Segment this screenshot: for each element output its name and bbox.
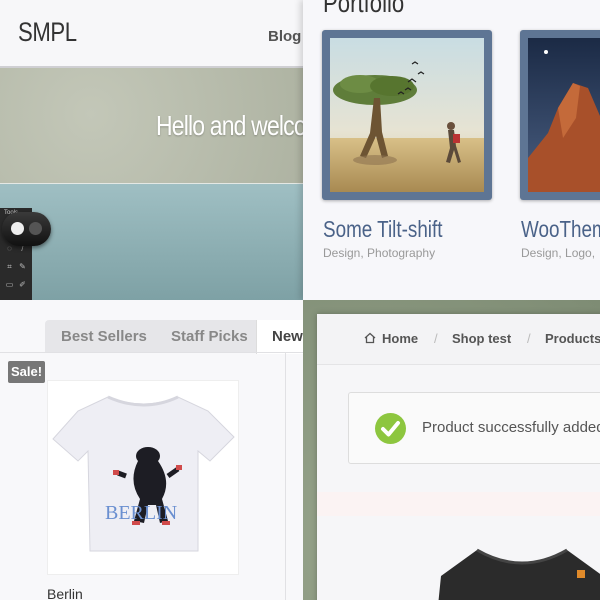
tab-best-sellers[interactable]: Best Sellers <box>61 320 147 352</box>
breadcrumb-separator: / <box>434 331 438 346</box>
content-band <box>317 492 600 516</box>
portfolio-item-title-2[interactable]: WooTheme <box>521 216 600 243</box>
toggle-knob <box>11 222 24 235</box>
success-notice: Product successfully added <box>348 392 600 464</box>
checkmark-icon <box>375 413 406 444</box>
portfolio-thumbnail-2[interactable] <box>520 30 600 200</box>
portfolio-item-title-1[interactable]: Some Tilt-shift <box>323 216 442 243</box>
woocommerce-preview: Home / Shop test / Products Product succ… <box>303 300 600 600</box>
tab-new[interactable]: New <box>256 320 303 354</box>
breadcrumb: Home / Shop test / Products <box>317 314 600 365</box>
portfolio-item-categories-1: Design, Photography <box>323 246 436 260</box>
smpl-theme-preview: SMPL Blog Hello and welco Tools ◌/ ⌗✎ ▭✐ <box>0 0 303 300</box>
nav-link-blog[interactable]: Blog <box>268 28 301 45</box>
tilt-shift-image <box>330 38 484 192</box>
hero-banner-bottom <box>0 184 303 300</box>
site-logo[interactable]: SMPL <box>18 17 77 48</box>
product-name[interactable]: Berlin <box>47 586 83 600</box>
breadcrumb-separator: / <box>527 331 531 346</box>
black-tshirt-image[interactable] <box>427 536 600 600</box>
lasso-tool-icon[interactable]: ◌ <box>5 244 14 253</box>
site-header: SMPL Blog <box>0 0 303 68</box>
portfolio-item-categories-2: Design, Logo, <box>521 246 596 260</box>
breadcrumb-products[interactable]: Products <box>545 331 600 346</box>
product-tabs: Best Sellers Staff Picks New <box>45 320 303 354</box>
portfolio-preview: Portfolio Some Tilt-shift Design, Photog… <box>303 0 600 300</box>
sale-badge: Sale! <box>8 361 45 383</box>
hero-heading: Hello and welco <box>156 110 303 141</box>
product-image[interactable]: BERLIN <box>47 380 239 575</box>
tab-panel-border <box>0 352 303 353</box>
pen-tool-icon[interactable]: ✎ <box>18 262 27 271</box>
home-icon <box>364 332 376 344</box>
breadcrumb-shop-test[interactable]: Shop test <box>452 331 511 346</box>
eraser-tool-icon[interactable]: ▭ <box>5 280 14 289</box>
shirt-print-text: BERLIN <box>105 502 177 524</box>
portfolio-thumbnail-1[interactable] <box>322 30 492 200</box>
breadcrumb-home[interactable]: Home <box>382 331 418 346</box>
portfolio-title: Portfolio <box>323 0 405 18</box>
shop-page: Home / Shop test / Products Product succ… <box>317 314 600 600</box>
pencil-tool-icon[interactable]: ✐ <box>18 280 27 289</box>
tab-staff-picks[interactable]: Staff Picks <box>171 320 248 352</box>
tool-grid: ◌ / ⌗ ✎ ▭ ✐ <box>3 238 29 292</box>
column-divider <box>285 353 286 600</box>
rock-night-image <box>528 38 600 192</box>
notice-message: Product successfully added <box>422 419 600 436</box>
toggle-knob-off <box>29 222 42 235</box>
shop-tabs-preview: Best Sellers Staff Picks New Sale! BERLI… <box>0 300 303 600</box>
crop-tool-icon[interactable]: ⌗ <box>5 262 14 271</box>
toggle-switch[interactable] <box>2 212 51 246</box>
